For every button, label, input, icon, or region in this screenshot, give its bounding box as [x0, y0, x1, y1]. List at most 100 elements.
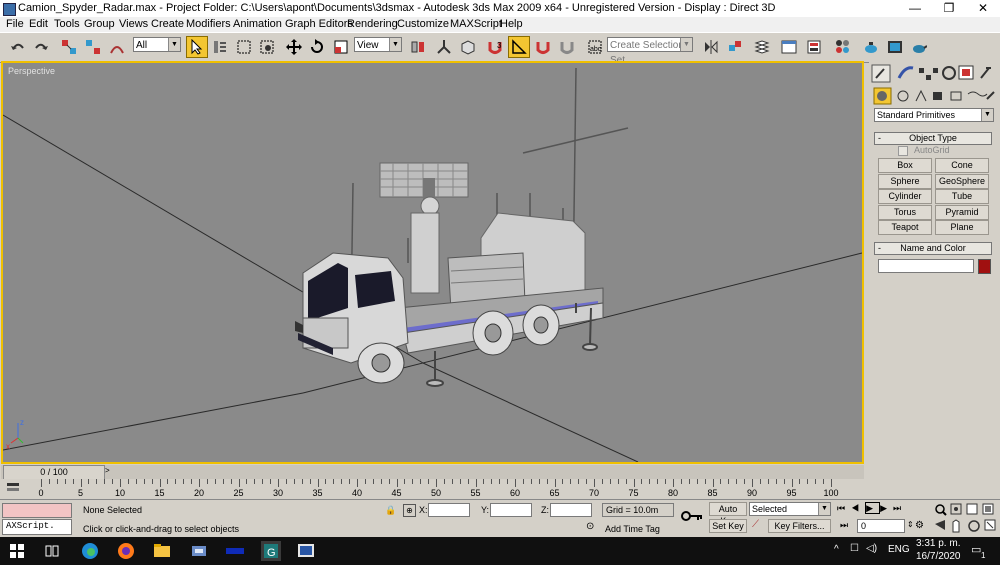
maxscript-mini-listener-top[interactable] [2, 503, 72, 518]
keyboard-shortcut-override-button[interactable] [457, 36, 479, 58]
rectangular-selection-button[interactable] [233, 36, 255, 58]
selection-filter-dropdown[interactable]: All ▼ [133, 37, 181, 52]
box-button[interactable]: Box [878, 158, 932, 173]
unlink-button[interactable] [82, 36, 104, 58]
geosphere-button[interactable]: GeoSphere [935, 174, 989, 189]
object-name-field[interactable] [878, 259, 974, 273]
object-type-rollout[interactable]: - Object Type [874, 132, 992, 145]
key-mode-dropdown[interactable]: Selected ▼ [749, 502, 831, 516]
task-view-icon[interactable] [44, 541, 64, 561]
select-and-scale-button[interactable] [330, 36, 352, 58]
absolute-mode-icon[interactable]: ⊕ [403, 504, 416, 517]
select-object-button[interactable] [186, 36, 208, 58]
teapot-button[interactable]: Teapot [878, 220, 932, 235]
select-and-rotate-button[interactable] [306, 36, 328, 58]
object-color-swatch[interactable] [978, 259, 991, 274]
x-coordinate-field[interactable] [428, 503, 470, 517]
render-setup-button[interactable] [860, 36, 882, 58]
align-button[interactable] [724, 36, 746, 58]
select-by-name-button[interactable] [209, 36, 231, 58]
show-hidden-icons-icon[interactable]: ^ [834, 544, 839, 555]
sphere-button[interactable]: Sphere [878, 174, 932, 189]
key-mode-toggle-icon[interactable]: ⏭ [840, 520, 848, 531]
notifications-icon[interactable]: ▭ [971, 543, 981, 556]
mail-app-icon[interactable] [225, 541, 245, 561]
redo-button[interactable] [30, 36, 52, 58]
go-to-start-icon[interactable]: ⏮ [837, 503, 851, 513]
reference-coordinate-dropdown[interactable]: View ▼ [354, 37, 402, 52]
angle-snap-toggle-button[interactable] [508, 36, 530, 58]
minimize-button[interactable]: — [898, 0, 932, 17]
autogrid-checkbox[interactable] [898, 146, 908, 156]
lock-icon[interactable]: 🔒 [385, 505, 396, 516]
name-and-color-rollout[interactable]: - Name and Color [874, 242, 992, 255]
percent-snap-toggle-button[interactable] [532, 36, 554, 58]
volume-icon[interactable]: ◁) [866, 543, 877, 554]
key-tangent-icon[interactable]: ⟋ [752, 519, 764, 533]
mirror-button[interactable] [700, 36, 722, 58]
layer-manager-button[interactable] [751, 36, 773, 58]
menu-group[interactable]: Group [84, 18, 115, 30]
auto-key-button[interactable]: Auto Key [709, 502, 747, 526]
file-explorer-icon[interactable] [152, 541, 172, 561]
time-slider-thumb[interactable]: 0 / 100 [3, 465, 105, 480]
next-frame-icon[interactable]: ▶ [880, 503, 893, 513]
menu-modifiers[interactable]: Modifiers [186, 18, 231, 30]
pivot-center-button[interactable] [407, 36, 429, 58]
network-app-icon[interactable] [189, 541, 209, 561]
named-selection-sets-dropdown[interactable]: Create Selection Set▼ [607, 37, 693, 66]
play-icon[interactable]: ▶ [865, 502, 881, 514]
select-and-move-button[interactable] [283, 36, 305, 58]
y-coordinate-field[interactable] [490, 503, 532, 517]
undo-button[interactable] [7, 36, 29, 58]
material-editor-button[interactable] [832, 36, 854, 58]
app-icon[interactable] [3, 3, 16, 16]
go-to-end-icon[interactable]: ⏭ [893, 503, 907, 513]
next-frame-arrow[interactable]: > [105, 466, 110, 475]
quick-render-button[interactable] [908, 36, 930, 58]
menu-views[interactable]: Views [119, 18, 148, 30]
bind-space-warp-button[interactable] [106, 36, 128, 58]
set-keys-key-icon[interactable] [680, 508, 706, 528]
z-coordinate-field[interactable] [550, 503, 592, 517]
menu-create[interactable]: Create [151, 18, 184, 30]
previous-frame-icon[interactable]: ◀ [851, 503, 865, 513]
curve-editor-button[interactable] [778, 36, 800, 58]
menu-animation[interactable]: Animation [233, 18, 282, 30]
cylinder-button[interactable]: Cylinder [878, 189, 932, 204]
plane-button[interactable]: Plane [935, 220, 989, 235]
maximize-button[interactable]: ❐ [932, 0, 966, 17]
current-frame-field[interactable]: 0 [857, 519, 905, 533]
spinner-snap-toggle-button[interactable] [556, 36, 578, 58]
3dsmax-taskbar-icon[interactable]: G [261, 541, 281, 561]
set-key-button[interactable]: Set Key [709, 519, 747, 533]
primitive-category-dropdown[interactable]: Standard Primitives ▼ [874, 108, 994, 122]
schematic-view-button[interactable] [803, 36, 825, 58]
menu-rendering[interactable]: Rendering [347, 18, 398, 30]
start-windows-icon[interactable] [10, 541, 30, 561]
close-button[interactable]: ✕ [966, 0, 1000, 17]
snaps-toggle-button[interactable]: 3 [484, 36, 506, 58]
pyramid-button[interactable]: Pyramid [935, 205, 989, 220]
maxscript-mini-listener[interactable]: AXScript. [2, 519, 72, 535]
menu-graph-editors[interactable]: Graph Editors [285, 18, 353, 30]
menu-maxscript[interactable]: MAXScript [450, 18, 502, 30]
select-and-manipulate-button[interactable] [433, 36, 455, 58]
time-configuration-icon[interactable]: ⚙ [915, 520, 924, 531]
clock-date[interactable]: 16/7/2020 [916, 551, 961, 562]
perspective-viewport[interactable]: Perspective z x [1, 61, 864, 464]
edit-named-selection-button[interactable]: abc [584, 36, 606, 58]
network-icon[interactable]: ☐ [850, 543, 859, 554]
key-filters-button[interactable]: Key Filters... [768, 519, 831, 533]
menu-edit[interactable]: Edit [29, 18, 48, 30]
firefox-icon[interactable] [116, 541, 136, 561]
menu-tools[interactable]: Tools [54, 18, 80, 30]
rendered-frame-window-button[interactable] [884, 36, 906, 58]
select-and-link-button[interactable] [58, 36, 80, 58]
input-language[interactable]: ENG [888, 544, 910, 555]
image-viewer-icon[interactable] [296, 541, 316, 561]
time-slider[interactable]: 0 / 100 > [1, 465, 864, 480]
add-time-tag-button[interactable]: Add Time Tag [605, 524, 660, 534]
window-crossing-button[interactable] [256, 36, 278, 58]
menu-help[interactable]: Help [500, 18, 523, 30]
